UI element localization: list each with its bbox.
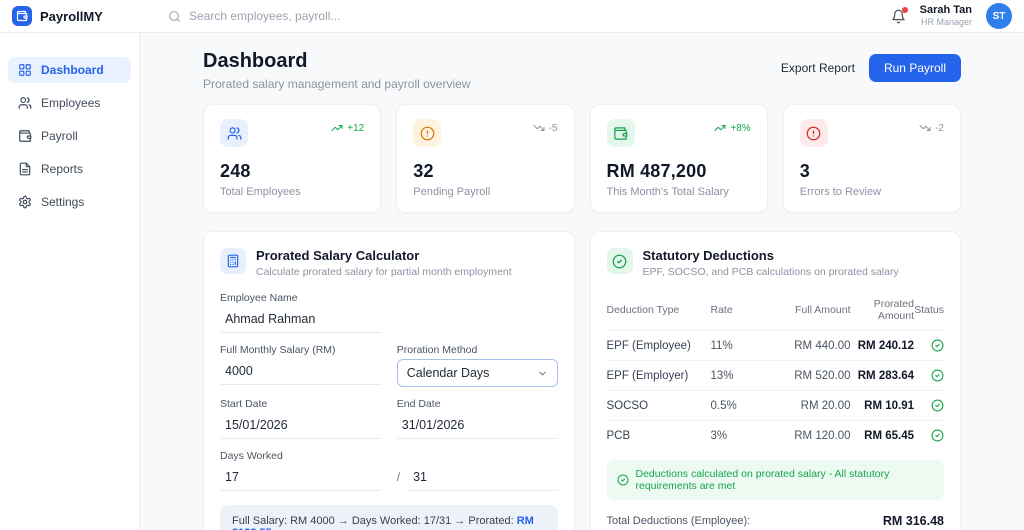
stat-label: Errors to Review [799, 186, 882, 198]
chevron-down-icon [537, 368, 548, 379]
users-icon [220, 119, 248, 147]
sidebar-item-dashboard[interactable]: Dashboard [8, 57, 131, 83]
search-input[interactable] [189, 9, 449, 23]
days-worked-label: Days Worked [220, 450, 283, 462]
sidebar-item-label: Employees [41, 96, 101, 110]
status-check-icon [914, 339, 944, 352]
stat-label: This Month's Total Salary [606, 186, 729, 198]
table-row: EPF (Employee) 11% RM 440.00 RM 240.12 [606, 331, 944, 361]
stat-value: 32 [413, 161, 434, 181]
stat-value: RM 487,200 [606, 161, 707, 181]
user-name: Sarah Tan [919, 4, 972, 16]
stat-card-total-employees: +12 248 Total Employees [203, 104, 382, 213]
user-meta: Sarah Tan HR Manager [920, 4, 972, 28]
wallet-icon [18, 129, 32, 143]
trend-badge: -2 [919, 122, 944, 134]
avatar[interactable]: ST [986, 3, 1012, 29]
alert-circle-icon [799, 119, 828, 147]
brand: PayrollMY [12, 6, 140, 26]
sidebar-item-label: Reports [41, 162, 84, 176]
employee-name-field[interactable] [220, 307, 381, 333]
notifications-bell-icon[interactable] [891, 6, 908, 24]
page-title: Dashboard [203, 50, 308, 72]
panel-title: Statutory Deductions [642, 248, 774, 263]
search-icon [168, 10, 181, 23]
table-row: SOCSO 0.5% RM 20.00 RM 10.91 [606, 391, 944, 421]
user-role: HR Manager [920, 17, 972, 28]
run-payroll-button[interactable]: Run Payroll [868, 54, 961, 82]
panel-subtitle: EPF, SOCSO, and PCB calculations on pror… [642, 266, 899, 278]
sidebar-item-payroll[interactable]: Payroll [8, 123, 131, 149]
status-check-icon [914, 369, 944, 382]
start-date-field[interactable] [220, 413, 381, 439]
table-header-row: Deduction Type Rate Full Amount Prorated… [606, 292, 944, 331]
deductions-table: Deduction Type Rate Full Amount Prorated… [606, 292, 945, 450]
brand-name: PayrollMY [40, 8, 103, 24]
trending-up-icon [714, 122, 726, 134]
gear-icon [18, 195, 32, 209]
trending-down-icon [919, 122, 931, 134]
table-row: PCB 3% RM 120.00 RM 65.45 [607, 421, 945, 450]
file-text-icon [18, 162, 32, 176]
total-deductions-employee: Total Deductions (Employee): RM 316.48 [606, 514, 945, 528]
app-logo-icon [12, 6, 32, 26]
trending-up-icon [331, 122, 343, 134]
stat-card-pending-payroll: -5 32 Pending Payroll [396, 104, 575, 213]
deductions-note: Deductions calculated on prorated salary… [606, 460, 944, 500]
status-check-icon [914, 429, 944, 442]
stat-card-total-salary: +8% RM 487,200 This Month's Total Salary [589, 104, 768, 213]
sidebar-item-label: Payroll [41, 129, 78, 143]
shield-check-icon [606, 248, 633, 274]
trend-badge: -5 [533, 122, 558, 134]
export-report-button[interactable]: Export Report [781, 61, 855, 75]
sidebar-item-reports[interactable]: Reports [8, 156, 131, 182]
sidebar-item-label: Dashboard [41, 63, 104, 77]
sidebar: Dashboard Employees Payroll Reports Sett… [0, 33, 140, 530]
calculator-icon [220, 248, 246, 274]
stat-value: 3 [799, 161, 810, 181]
stat-card-errors: -2 3 Errors to Review [782, 104, 961, 213]
proration-summary: Full Salary: RM 4000 → Days Worked: 17/3… [220, 505, 558, 530]
end-date-label: End Date [396, 398, 441, 410]
days-separator: / [396, 470, 401, 484]
alert-circle-icon [413, 119, 442, 147]
check-circle-icon [617, 474, 629, 486]
sidebar-item-label: Settings [41, 195, 85, 209]
dashboard-grid-icon [18, 63, 32, 77]
search-bar[interactable] [168, 9, 891, 23]
topbar: PayrollMY Sarah Tan HR Manager ST [0, 0, 1024, 33]
stat-cards: +12 248 Total Employees -5 32 Pending Pa… [203, 104, 961, 213]
sidebar-item-settings[interactable]: Settings [8, 189, 131, 215]
main-content: Dashboard Prorated salary management and… [140, 33, 1024, 530]
sidebar-item-employees[interactable]: Employees [8, 90, 131, 116]
start-date-label: Start Date [220, 398, 268, 410]
proration-method-label: Proration Method [396, 344, 478, 356]
employee-name-label: Employee Name [220, 292, 298, 304]
table-row: EPF (Employer) 13% RM 520.00 RM 283.64 [606, 361, 944, 391]
panel-subtitle: Calculate prorated salary for partial mo… [256, 266, 512, 278]
prorated-salary-calculator-panel: Prorated Salary Calculator Calculate pro… [203, 231, 575, 530]
stat-label: Total Employees [220, 186, 301, 198]
wallet-icon [606, 119, 635, 147]
end-date-field[interactable] [396, 413, 558, 439]
panel-title: Prorated Salary Calculator [256, 248, 420, 263]
trend-badge: +12 [331, 122, 364, 134]
stat-label: Pending Payroll [413, 186, 491, 198]
salary-label: Full Monthly Salary (RM) [220, 344, 336, 356]
salary-field[interactable] [220, 359, 381, 385]
statutory-deductions-panel: Statutory Deductions EPF, SOCSO, and PCB… [589, 231, 961, 530]
status-check-icon [914, 399, 944, 412]
trending-down-icon [533, 122, 545, 134]
days-worked-field[interactable] [220, 465, 381, 491]
proration-method-select[interactable]: Calendar Days [396, 359, 558, 387]
notification-dot [901, 6, 908, 13]
stat-value: 248 [220, 161, 251, 181]
days-total-field[interactable] [408, 465, 558, 491]
trend-badge: +8% [714, 122, 751, 134]
page-subtitle: Prorated salary management and payroll o… [203, 77, 471, 91]
users-icon [18, 96, 32, 110]
